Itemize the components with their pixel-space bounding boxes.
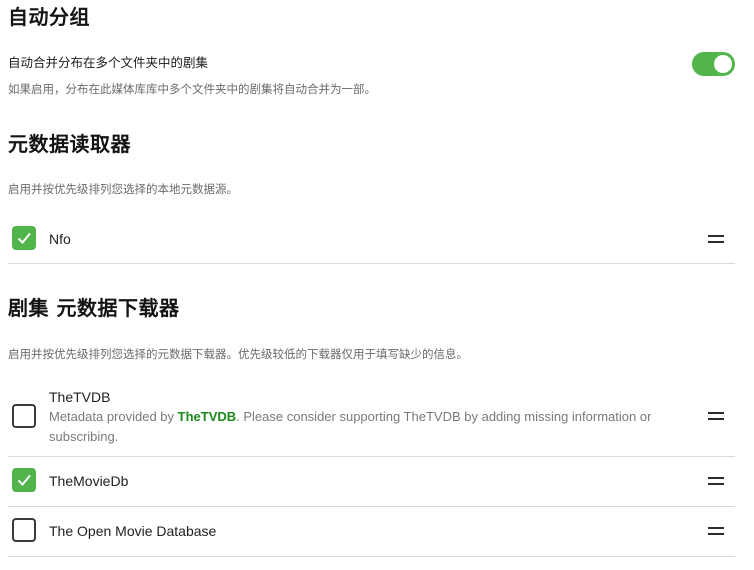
thetvdb-description: Metadata provided by TheTVDB. Please con… <box>49 407 689 447</box>
metadata-downloaders-title: 剧集 元数据下载器 <box>8 296 180 320</box>
downloader-row-themoviedb[interactable]: TheMovieDb <box>8 457 735 507</box>
thetvdb-label: TheTVDB <box>49 389 111 405</box>
drag-handle-icon[interactable] <box>708 477 724 485</box>
downloader-row-omdb[interactable]: The Open Movie Database <box>8 507 735 557</box>
drag-handle-icon[interactable] <box>708 235 724 243</box>
thetvdb-link[interactable]: TheTVDB <box>178 409 237 424</box>
themoviedb-checkbox[interactable] <box>12 468 36 492</box>
metadata-downloaders-description: 启用并按优先级排列您选择的元数据下载器。优先级较低的下载器仅用于填写缺少的信息。 <box>8 347 468 361</box>
metadata-readers-description: 启用并按优先级排列您选择的本地元数据源。 <box>8 182 238 196</box>
toggle-knob <box>714 55 732 73</box>
auto-merge-description: 如果启用，分布在此媒体库库中多个文件夹中的剧集将自动合并为一部。 <box>8 82 376 96</box>
downloader-row-thetvdb[interactable]: TheTVDB Metadata provided by TheTVDB. Pl… <box>8 383 735 457</box>
drag-handle-icon[interactable] <box>708 412 724 420</box>
thetvdb-desc-prefix: Metadata provided by <box>49 409 178 424</box>
themoviedb-label: TheMovieDb <box>49 473 129 489</box>
omdb-label: The Open Movie Database <box>49 523 217 539</box>
nfo-checkbox[interactable] <box>12 226 36 250</box>
thetvdb-checkbox[interactable] <box>12 404 36 428</box>
nfo-label: Nfo <box>49 231 71 247</box>
auto-merge-toggle[interactable] <box>692 52 735 76</box>
metadata-reader-row-nfo[interactable]: Nfo <box>8 214 735 264</box>
auto-merge-label: 自动合并分布在多个文件夹中的剧集 <box>8 55 209 70</box>
auto-group-title: 自动分组 <box>8 5 90 29</box>
drag-handle-icon[interactable] <box>708 527 724 535</box>
checkmark-icon <box>17 232 31 244</box>
metadata-readers-title: 元数据读取器 <box>8 132 131 156</box>
checkmark-icon <box>17 474 31 486</box>
omdb-checkbox[interactable] <box>12 518 36 542</box>
